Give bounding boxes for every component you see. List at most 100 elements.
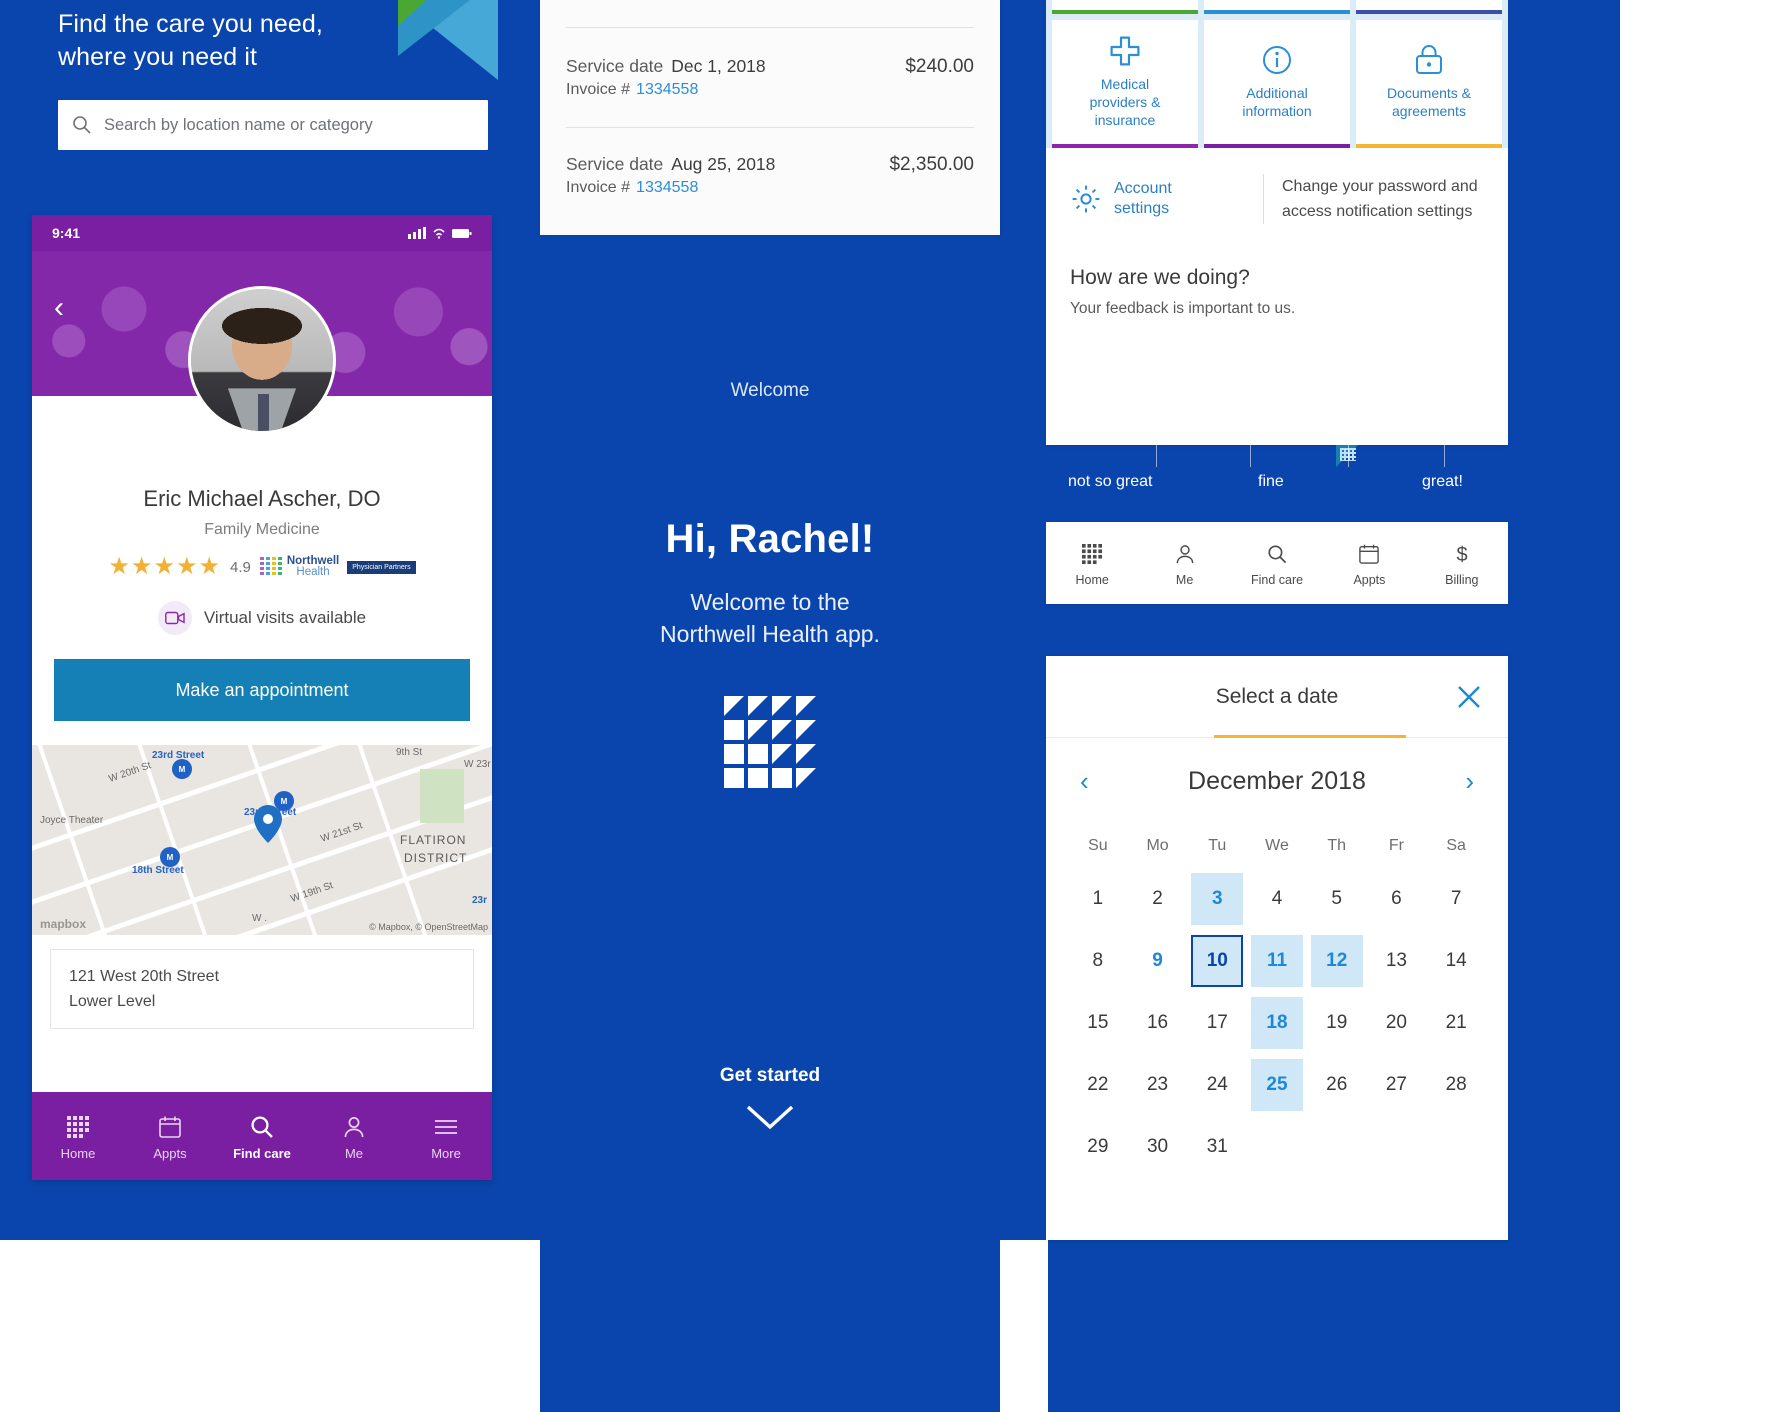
calendar-day[interactable]: 17 xyxy=(1191,997,1243,1049)
map-attribution: © Mapbox, © OpenStreetMap xyxy=(369,922,488,932)
tile-contact-information[interactable]: Contact information xyxy=(1356,0,1502,14)
calendar-cell-wrapper: 29 xyxy=(1068,1116,1128,1178)
calendar-day[interactable]: 15 xyxy=(1072,997,1124,1049)
get-started-control[interactable]: Get started xyxy=(540,1065,1000,1131)
invoice-row-3[interactable]: Service date Aug 25, 2018 Invoice # 133455… xyxy=(540,128,1000,197)
tile-label-line1: Documents & xyxy=(1386,84,1472,101)
tab-me[interactable]: Me xyxy=(308,1112,400,1161)
calendar-day[interactable]: 22 xyxy=(1072,1059,1124,1111)
calendar-cell-wrapper: 26 xyxy=(1307,1054,1367,1116)
scale-label-high[interactable]: great! xyxy=(1422,473,1463,491)
calendar-day[interactable]: 3 xyxy=(1191,873,1244,925)
calendar-day[interactable]: 5 xyxy=(1311,873,1363,925)
calendar-cell-wrapper: 16 xyxy=(1128,992,1188,1054)
calendar-day[interactable]: 21 xyxy=(1430,997,1482,1049)
calendar-day[interactable]: 16 xyxy=(1132,997,1184,1049)
scale-tick xyxy=(1444,445,1445,467)
invoice-label-2: Invoice # xyxy=(566,81,631,98)
scale-tick xyxy=(1156,445,1157,467)
map-district-label: FLATIRON xyxy=(400,833,467,847)
calendar-day[interactable]: 9 xyxy=(1132,935,1184,987)
calendar-day[interactable]: 7 xyxy=(1430,873,1482,925)
tile-medical-providers-insurance[interactable]: Medical providers & insurance xyxy=(1052,20,1198,148)
map-location-pin-icon xyxy=(254,805,282,843)
dow-th: Th xyxy=(1327,837,1347,854)
calendar-day[interactable]: 31 xyxy=(1191,1121,1243,1173)
account-settings-row[interactable]: Account settings Change your password an… xyxy=(1046,148,1508,224)
calendar-day[interactable]: 25 xyxy=(1250,1059,1303,1111)
calendar-day[interactable]: 20 xyxy=(1370,997,1422,1049)
calendar-day[interactable]: 10 xyxy=(1191,935,1244,987)
feedback-block: How are we doing? Your feedback is impor… xyxy=(1046,224,1508,318)
calendar-cell-wrapper: 21 xyxy=(1426,992,1486,1054)
calendar-cell-wrapper: 27 xyxy=(1367,1054,1427,1116)
calendar-day[interactable]: 12 xyxy=(1310,935,1363,987)
grid-icon xyxy=(32,1112,124,1142)
calendar-day[interactable]: 1 xyxy=(1072,873,1124,925)
calendar-day[interactable]: 28 xyxy=(1430,1059,1482,1111)
tab-find-care[interactable]: Find care xyxy=(216,1112,308,1161)
doctor-specialty: Family Medicine xyxy=(204,521,320,538)
tab-more[interactable]: More xyxy=(400,1112,492,1161)
tile-documents-agreements[interactable]: Documents & agreements xyxy=(1356,20,1502,148)
search-icon xyxy=(72,115,92,135)
invoice-row-2[interactable]: Service date Dec 1, 2018 Invoice # 1334558… xyxy=(540,28,1000,99)
location-map[interactable]: M M M 23rd Street 23rd Street 18th Stree… xyxy=(32,745,492,935)
scale-label-low[interactable]: not so great xyxy=(1068,473,1153,491)
feedback-scale[interactable]: not so great fine great! xyxy=(1046,445,1508,515)
calendar-day[interactable]: 4 xyxy=(1251,873,1303,925)
chevron-right-icon[interactable]: › xyxy=(1465,766,1474,797)
phone-status-bar: 9:41 xyxy=(32,215,492,251)
close-icon[interactable] xyxy=(1456,684,1482,710)
tab-billing[interactable]: $ Billing xyxy=(1416,540,1508,587)
invoice-number-2[interactable]: 1334558 xyxy=(636,81,698,98)
service-date-value-3: Aug 25, 2018 xyxy=(671,154,776,174)
tab-home[interactable]: Home xyxy=(32,1112,124,1161)
calendar-day[interactable]: 26 xyxy=(1311,1059,1363,1111)
dow-we: We xyxy=(1265,837,1289,854)
map-label: W 20th St xyxy=(107,760,153,785)
calendar-day[interactable]: 6 xyxy=(1370,873,1422,925)
calendar-day[interactable]: 30 xyxy=(1132,1121,1184,1173)
svg-text:$: $ xyxy=(1456,544,1467,565)
calendar-grid: Su Mo Tu We Th Fr Sa 1 2 3 4 5 6 7 8 9 10 11 12 13 14… xyxy=(1046,824,1508,1178)
calendar-day[interactable]: 13 xyxy=(1370,935,1422,987)
tile-medical-information[interactable]: Medical information xyxy=(1052,0,1198,14)
find-care-header: Find the care you need, where you need i… xyxy=(58,8,488,150)
calendar-cell-wrapper: 19 xyxy=(1307,992,1367,1054)
chevron-left-icon[interactable]: ‹ xyxy=(1080,766,1089,797)
calendar-week-row: 22 23 24 25 26 27 28 xyxy=(1068,1054,1486,1116)
tab-find-care[interactable]: Find care xyxy=(1231,540,1323,587)
tab-appts[interactable]: Appts xyxy=(1323,540,1415,587)
calendar-cell-wrapper: 23 xyxy=(1128,1054,1188,1116)
back-button[interactable]: ‹ xyxy=(54,293,64,323)
scale-label-mid[interactable]: fine xyxy=(1258,473,1284,491)
tile-personal-information[interactable]: Personal information xyxy=(1204,0,1350,14)
make-appointment-button[interactable]: Make an appointment xyxy=(54,659,470,721)
calendar-day[interactable]: 23 xyxy=(1132,1059,1184,1111)
tab-appts[interactable]: Appts xyxy=(124,1112,216,1161)
calendar-cell-wrapper: 6 xyxy=(1367,868,1427,930)
address-card[interactable]: 121 West 20th Street Lower Level xyxy=(50,949,474,1029)
calendar-day[interactable]: 18 xyxy=(1250,997,1303,1049)
calendar-day[interactable]: 24 xyxy=(1191,1059,1243,1111)
invoice-number-3[interactable]: 1334558 xyxy=(636,179,698,196)
tile-additional-information[interactable]: Additional information xyxy=(1204,20,1350,148)
tab-home[interactable]: Home xyxy=(1046,540,1138,587)
calendar-day[interactable]: 11 xyxy=(1250,935,1303,987)
calendar-day[interactable]: 2 xyxy=(1132,873,1184,925)
calendar-day[interactable]: 8 xyxy=(1072,935,1124,987)
physician-partners-badge: Physician Partners xyxy=(347,560,416,574)
tab-me[interactable]: Me xyxy=(1138,540,1230,587)
map-label: W 23r xyxy=(464,759,491,770)
tab-home-label: Home xyxy=(1075,572,1109,587)
calendar-day[interactable]: 19 xyxy=(1311,997,1363,1049)
calendar-day[interactable]: 14 xyxy=(1430,935,1482,987)
calendar-cell-wrapper: 7 xyxy=(1426,868,1486,930)
search-input[interactable]: Search by location name or category xyxy=(58,100,488,150)
calendar-day[interactable]: 27 xyxy=(1370,1059,1422,1111)
background-notch-mid xyxy=(1000,1240,1048,1412)
invoice-label-3: Invoice # xyxy=(566,179,631,196)
calendar-day[interactable]: 29 xyxy=(1072,1121,1124,1173)
calendar-cell-wrapper: 8 xyxy=(1068,930,1128,992)
